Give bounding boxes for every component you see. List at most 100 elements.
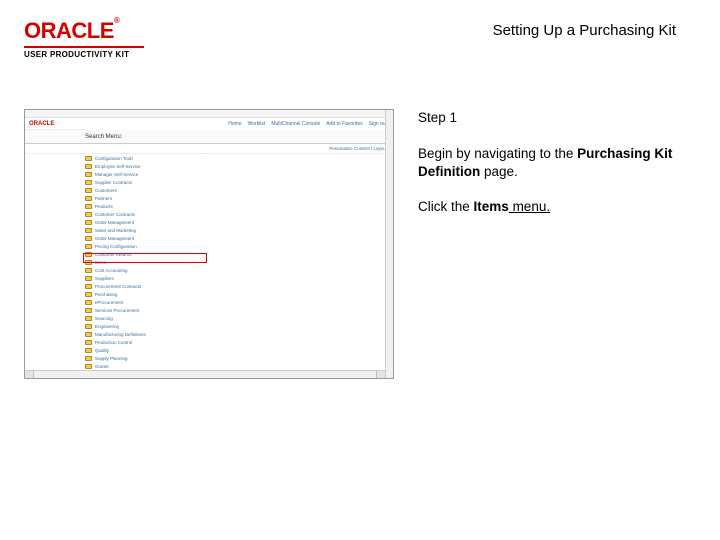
shot-menu-item[interactable]: Partners [85, 194, 205, 202]
folder-icon [85, 244, 92, 249]
page-title: Setting Up a Purchasing Kit [144, 18, 676, 39]
scrollbar-horizontal[interactable] [25, 370, 385, 378]
instruction-panel: Step 1 Begin by navigating to the Purcha… [418, 109, 676, 379]
shot-menu-item[interactable]: Order Management · [85, 234, 205, 242]
submenu-indicator-icon: · [202, 236, 205, 241]
shot-menu-item[interactable]: Order Management· [85, 218, 205, 226]
shot-menu-item[interactable]: eProcurement · [85, 298, 205, 306]
shot-menu-item-label: Manager Self-Service [95, 172, 138, 177]
shot-menu-item[interactable]: Sales and Marketing [85, 226, 205, 234]
folder-icon [85, 236, 92, 241]
shot-menu-item-label: Configuration Tools [95, 156, 133, 161]
folder-icon [85, 324, 92, 329]
folder-icon [85, 180, 92, 185]
shot-menu-item-label: Manufacturing Definitions [95, 332, 146, 337]
brand-block: ORACLE® USER PRODUCTIVITY KIT [24, 18, 144, 59]
shot-menu-item[interactable]: Manufacturing Definitions · [85, 330, 205, 338]
shot-menu-item[interactable]: Production Control [85, 338, 205, 346]
shot-menu-item-label: Customer Contracts [95, 212, 135, 217]
shot-menu-item-label: Procurement Contracts [95, 284, 141, 289]
shot-menu-item[interactable]: Purchasing [85, 290, 205, 298]
folder-icon [85, 172, 92, 177]
shot-menu-item-label: Engineering [95, 324, 119, 329]
folder-icon [85, 284, 92, 289]
shot-menu-item-label: Pricing Configuration [95, 244, 137, 249]
submenu-indicator-icon: · [202, 284, 205, 289]
brand-subtitle: USER PRODUCTIVITY KIT [24, 50, 144, 59]
folder-icon [85, 316, 92, 321]
shot-menu-item-label: Production Control [95, 340, 132, 345]
shot-menu-item[interactable]: Pricing Configuration · [85, 242, 205, 250]
shot-menu-item-label: Services Procurement [95, 308, 139, 313]
shot-menu-item[interactable]: Cost Accounting [85, 266, 205, 274]
folder-icon [85, 348, 92, 353]
folder-icon [85, 188, 92, 193]
shot-top-links: Home Worklist MultiChannel Console Add t… [85, 118, 393, 130]
submenu-indicator-icon: · [202, 212, 205, 217]
shot-menu-item[interactable]: Configuration Tools · [85, 154, 205, 162]
submenu-indicator-icon: · [202, 156, 205, 161]
shot-menu-item-label: Customers [95, 188, 117, 193]
shot-menu-item-label: Partners [95, 196, 112, 201]
folder-icon [85, 268, 92, 273]
shot-menu-item-label: Quality [95, 348, 109, 353]
shot-menu-item[interactable]: Supply Planning [85, 354, 205, 362]
submenu-indicator-icon: · [202, 220, 205, 225]
folder-icon [85, 300, 92, 305]
shot-menu-item-label: Sales and Marketing [95, 228, 136, 233]
shot-menu-item[interactable]: Procurement Contracts · [85, 282, 205, 290]
shot-menu-item[interactable]: Manager Self-Service [85, 170, 205, 178]
shot-personalize-link[interactable]: Personalize Content | Layout [25, 144, 393, 154]
folder-icon [85, 228, 92, 233]
submenu-indicator-icon: · [202, 244, 205, 249]
screenshot-thumbnail: ORACLE Home Worklist MultiChannel Consol… [24, 109, 394, 379]
folder-icon [85, 156, 92, 161]
shot-menu-item[interactable]: Engineering [85, 322, 205, 330]
shot-oracle-logo: ORACLE [29, 121, 54, 127]
instruction-line-2: Click the Items menu. [418, 198, 676, 216]
folder-icon [85, 356, 92, 361]
folder-icon [85, 164, 92, 169]
folder-icon [85, 364, 92, 369]
brand-wordmark: ORACLE® [24, 18, 144, 44]
shot-menu-item-label: Supplier Contracts [95, 180, 132, 185]
shot-menu-item[interactable]: Services Procurement · [85, 306, 205, 314]
shot-menu-item[interactable]: Project Costing [85, 378, 205, 379]
shot-menu-item[interactable]: Employee Self-Service [85, 162, 205, 170]
submenu-indicator-icon: · [202, 308, 205, 313]
shot-menu-item-label: Order Management [95, 236, 134, 241]
shot-menu-item-label: Sourcing [95, 316, 113, 321]
shot-menu-item-label: Products [95, 204, 113, 209]
shot-menu-item-label: Suppliers [95, 276, 114, 281]
folder-icon [85, 204, 92, 209]
shot-menu-item-label: Purchasing [95, 292, 118, 297]
submenu-indicator-icon: · [202, 332, 205, 337]
folder-icon [85, 340, 92, 345]
shot-menu-item[interactable]: Sourcing [85, 314, 205, 322]
folder-icon [85, 292, 92, 297]
brand-rule [24, 46, 144, 48]
shot-menu-item-label: Cost Accounting [95, 268, 128, 273]
shot-menu-item[interactable]: Grants [85, 362, 205, 370]
shot-search-label: Search Menu: [85, 134, 122, 140]
step-label: Step 1 [418, 109, 676, 127]
shot-menu-item[interactable]: Products [85, 202, 205, 210]
items-menu-highlight[interactable] [83, 253, 207, 263]
folder-icon [85, 220, 92, 225]
folder-icon [85, 196, 92, 201]
shot-menu-item[interactable]: Suppliers [85, 274, 205, 282]
instruction-line-1: Begin by navigating to the Purchasing Ki… [418, 145, 676, 181]
shot-menu-item[interactable]: Customers [85, 186, 205, 194]
scrollbar-vertical[interactable] [385, 110, 393, 378]
shot-menu-item[interactable]: Customer Contracts · [85, 210, 205, 218]
shot-menu-item[interactable]: Quality [85, 346, 205, 354]
shot-menu-list: Configuration Tools · Employee Self-Servic… [85, 154, 205, 379]
shot-menu-item[interactable]: Supplier Contracts [85, 178, 205, 186]
submenu-indicator-icon: · [202, 300, 205, 305]
shot-menu-item-label: Employee Self-Service [95, 164, 141, 169]
folder-icon [85, 212, 92, 217]
folder-icon [85, 332, 92, 337]
folder-icon [85, 308, 92, 313]
shot-menu-item-label: eProcurement [95, 300, 123, 305]
folder-icon [85, 276, 92, 281]
